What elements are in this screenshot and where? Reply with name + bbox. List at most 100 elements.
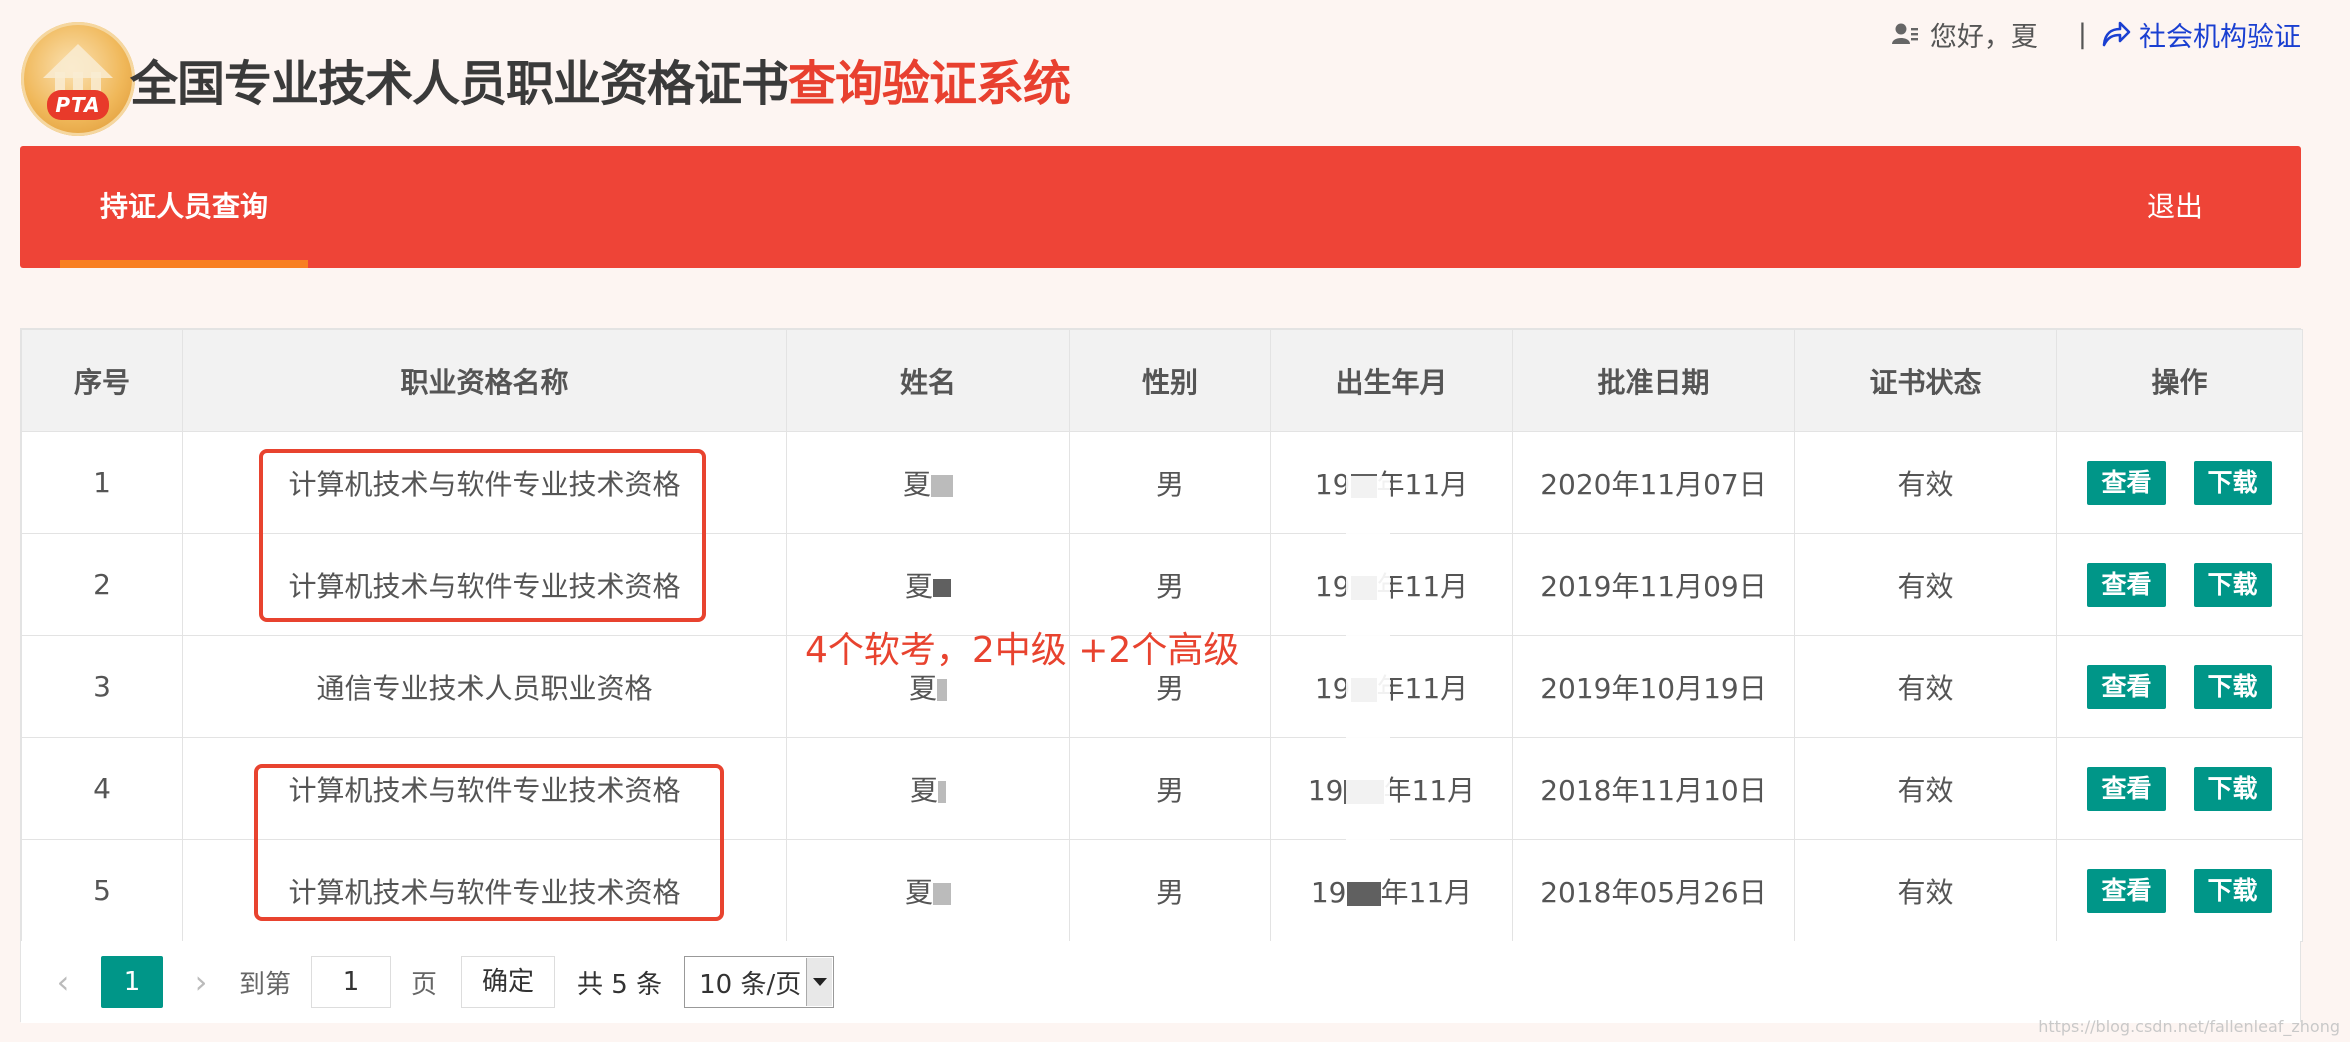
redaction xyxy=(938,780,946,803)
annotation-box-top xyxy=(259,449,706,622)
download-button[interactable]: 下载 xyxy=(2193,766,2272,811)
pta-logo: PTA xyxy=(21,22,135,136)
cell-approval-date: 2019年10月19日 xyxy=(1512,635,1795,738)
cell-no: 2 xyxy=(21,533,183,636)
birth-suffix: 年11月 xyxy=(1383,773,1476,807)
site-title: 全国专业技术人员职业资格证书查询验证系统 xyxy=(130,54,1071,114)
cell-person: 夏 xyxy=(786,839,1070,942)
total-count: 共 5 条 xyxy=(577,969,663,1000)
cell-actions: 查看 下载 xyxy=(2056,431,2303,534)
cell-status: 有效 xyxy=(1794,635,2057,738)
site-title-sub: 查询验证系统 xyxy=(788,56,1071,112)
cell-approval-date: 2019年11月09日 xyxy=(1512,533,1795,636)
cell-birth: 19 年11月 xyxy=(1270,431,1513,534)
header-no: 序号 xyxy=(21,329,183,432)
view-button[interactable]: 查看 xyxy=(2087,766,2166,811)
tab-label: 持证人员查询 xyxy=(99,190,268,223)
person-name: 夏 xyxy=(904,569,933,603)
redaction xyxy=(931,474,953,497)
download-button[interactable]: 下载 xyxy=(2193,562,2272,607)
redaction-overlay xyxy=(1346,476,1390,842)
share-arrow-icon[interactable] xyxy=(2101,20,2131,48)
page-size-select[interactable]: 10 条/页 xyxy=(684,956,835,1008)
header-actions: 操作 xyxy=(2056,329,2303,432)
birth-suffix: 年11月 xyxy=(1376,467,1469,501)
view-button[interactable]: 查看 xyxy=(2087,868,2166,913)
tab-certificate-holder-query[interactable]: 持证人员查询 xyxy=(60,146,308,268)
cell-person: 夏 xyxy=(786,431,1070,534)
cell-no: 4 xyxy=(21,737,183,840)
cell-birth: 19 年11月 xyxy=(1270,533,1513,636)
user-bar: 您好，夏 | 社会机构验证 xyxy=(1891,14,2301,54)
annotation-box-bottom xyxy=(254,764,724,921)
header-qualification: 职业资格名称 xyxy=(182,329,787,432)
cell-actions: 查看 下载 xyxy=(2056,839,2303,942)
cell-gender: 男 xyxy=(1069,839,1271,942)
birth-suffix: 年11月 xyxy=(1380,875,1473,909)
download-button[interactable]: 下载 xyxy=(2193,460,2272,505)
cell-gender: 男 xyxy=(1069,431,1271,534)
cell-status: 有效 xyxy=(1794,431,2057,534)
redaction xyxy=(933,578,951,597)
next-page-button[interactable]: › xyxy=(181,963,221,1001)
dropdown-arrow-icon[interactable] xyxy=(806,958,833,1006)
birth-prefix: 19 xyxy=(1307,773,1344,807)
view-button[interactable]: 查看 xyxy=(2087,460,2166,505)
redaction xyxy=(1346,881,1381,906)
person-name: 夏 xyxy=(902,467,931,501)
pagination: ‹ 1 › 到第 1 页 确定 共 5 条 10 条/页 xyxy=(21,941,2300,1023)
cell-status: 有效 xyxy=(1794,839,2057,942)
prev-page-button[interactable]: ‹ xyxy=(43,963,83,1001)
header-name: 姓名 xyxy=(786,329,1070,432)
cell-actions: 查看 下载 xyxy=(2056,533,2303,636)
user-greeting: 您好，夏 xyxy=(1929,21,2038,53)
cell-person: 夏 xyxy=(786,737,1070,840)
header-separator: | xyxy=(2077,18,2087,50)
person-name: 夏 xyxy=(904,875,933,909)
cell-birth: 19 年11月 xyxy=(1270,839,1513,942)
table-header-row: 序号 职业资格名称 姓名 性别 出生年月 批准日期 证书状态 操作 xyxy=(21,329,2303,432)
org-verify-link[interactable]: 社会机构验证 xyxy=(2139,15,2301,54)
download-button[interactable]: 下载 xyxy=(2193,868,2272,913)
cell-status: 有效 xyxy=(1794,533,2057,636)
birth-prefix: 19 xyxy=(1310,875,1347,909)
header-status: 证书状态 xyxy=(1794,329,2057,432)
cell-no: 3 xyxy=(21,635,183,738)
site-title-main: 全国专业技术人员职业资格证书 xyxy=(130,56,789,112)
logout-link[interactable]: 退出 xyxy=(2147,146,2203,268)
birth-suffix: 年11月 xyxy=(1376,671,1469,705)
header-gender: 性别 xyxy=(1069,329,1271,432)
birth-suffix: 年11月 xyxy=(1376,569,1469,603)
cell-actions: 查看 下载 xyxy=(2056,737,2303,840)
cell-approval-date: 2018年11月10日 xyxy=(1512,737,1795,840)
person-name: 夏 xyxy=(909,773,938,807)
main-navbar: 持证人员查询 退出 xyxy=(20,146,2301,268)
goto-label: 到第 xyxy=(239,969,292,1000)
cell-no: 5 xyxy=(21,839,183,942)
page-size-value: 10 条/页 xyxy=(699,969,802,1000)
cell-birth: 19 年11月 xyxy=(1270,635,1513,738)
cell-actions: 查看 下载 xyxy=(2056,635,2303,738)
cell-approval-date: 2020年11月07日 xyxy=(1512,431,1795,534)
view-button[interactable]: 查看 xyxy=(2087,562,2166,607)
view-button[interactable]: 查看 xyxy=(2087,664,2166,709)
logo-text: PTA xyxy=(47,90,109,120)
cell-no: 1 xyxy=(21,431,183,534)
active-tab-indicator xyxy=(60,260,308,268)
cell-qualification: 通信专业技术人员职业资格 xyxy=(182,635,787,738)
cell-birth: 19 年11月 xyxy=(1270,737,1513,840)
current-page-button[interactable]: 1 xyxy=(101,956,163,1008)
download-button[interactable]: 下载 xyxy=(2193,664,2272,709)
page-label: 页 xyxy=(411,969,438,1000)
cell-approval-date: 2018年05月26日 xyxy=(1512,839,1795,942)
watermark: https://blog.csdn.net/fallenleaf_zhong xyxy=(2038,1017,2340,1036)
confirm-button[interactable]: 确定 xyxy=(461,956,556,1008)
annotation-text: 4个软考，2中级 +2个高级 xyxy=(805,630,1240,671)
person-name: 夏 xyxy=(908,671,937,705)
redaction xyxy=(937,678,947,701)
user-card-icon xyxy=(1891,23,1918,44)
goto-page-input[interactable]: 1 xyxy=(311,956,392,1008)
cell-status: 有效 xyxy=(1794,737,2057,840)
header-birth: 出生年月 xyxy=(1270,329,1513,432)
cell-gender: 男 xyxy=(1069,737,1271,840)
